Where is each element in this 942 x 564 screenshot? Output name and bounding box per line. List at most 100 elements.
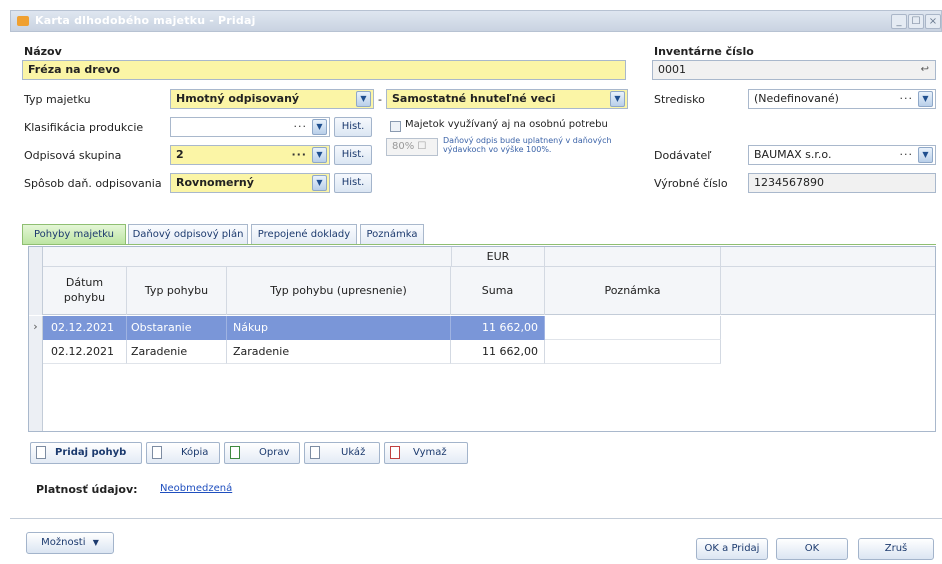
vyrobne-cislo-label: Výrobné číslo	[654, 177, 728, 190]
tab-pohyby-majetku[interactable]: Pohyby majetku	[22, 224, 126, 244]
sposob-odpisovania-hist-button[interactable]: Hist.	[334, 173, 372, 193]
nazov-input[interactable]: Fréza na drevo	[22, 60, 626, 80]
klasifikacia-select[interactable]: ··· ▼	[170, 117, 330, 137]
odpisova-skupina-label: Odpisová skupina	[24, 149, 122, 162]
klasifikacia-browse-icon[interactable]: ···	[294, 119, 308, 135]
vymaz-button[interactable]: Vymaž	[384, 442, 468, 464]
vyrobne-cislo-input[interactable]: 1234567890	[748, 173, 936, 193]
stredisko-browse-icon[interactable]: ···	[900, 91, 914, 107]
column-header-poznamka[interactable]: Poznámka	[545, 267, 721, 315]
sposob-odpisovania-label: Spôsob daň. odpisovania	[24, 177, 162, 190]
pridaj-pohyb-button[interactable]: Pridaj pohyb	[30, 442, 142, 464]
klasifikacia-dropdown-icon[interactable]: ▼	[312, 119, 327, 135]
grid-group-header-spacer	[545, 247, 721, 267]
klasifikacia-label: Klasifikácia produkcie	[24, 121, 144, 134]
majetok-osobna-potreba-label: Majetok využívaný aj na osobnú potrebu	[405, 119, 608, 130]
row-indicator[interactable]	[29, 340, 43, 364]
percent-input[interactable]: 80% ☐	[386, 138, 438, 156]
platnost-link[interactable]: Neobmedzená	[160, 483, 232, 494]
dodavatel-label: Dodávateľ	[654, 149, 712, 162]
tab-prepojene-doklady[interactable]: Prepojené doklady	[251, 224, 357, 244]
platnost-label: Platnosť údajov:	[36, 483, 138, 496]
odpisova-skupina-select[interactable]: 2 ··· ▼	[170, 145, 330, 165]
maximize-icon[interactable]: ☐	[908, 14, 924, 29]
minimize-icon[interactable]: _	[891, 14, 907, 29]
cell-upresnenie[interactable]: Nákup	[227, 316, 451, 340]
edit-icon	[230, 446, 240, 459]
majetok-osobna-potreba-checkbox[interactable]	[390, 121, 401, 132]
column-header-typ-pohybu[interactable]: Typ pohybu	[127, 267, 227, 315]
window-title: Karta dlhodobého majetku - Pridaj	[35, 14, 256, 27]
grid-indicator-header	[29, 247, 43, 315]
kopia-button[interactable]: Kópia	[146, 442, 220, 464]
kopia-label: Kópia	[181, 447, 209, 458]
close-icon[interactable]: ×	[925, 14, 941, 29]
window-title-bar: Karta dlhodobého majetku - Pridaj _ ☐ ×	[10, 10, 942, 32]
oprav-label: Oprav	[259, 447, 290, 458]
cell-poznamka[interactable]	[545, 316, 721, 340]
typ-separator: -	[378, 93, 382, 106]
ok-button[interactable]: OK	[776, 538, 848, 560]
stredisko-label: Stredisko	[654, 93, 705, 106]
cell-poznamka[interactable]	[545, 340, 721, 364]
typ-majetku-label: Typ majetku	[24, 93, 91, 106]
app-icon	[17, 16, 29, 26]
ok-a-pridaj-button[interactable]: OK a Pridaj	[696, 538, 768, 560]
tab-strip-line	[22, 244, 936, 245]
dodavatel-dropdown-icon[interactable]: ▼	[918, 147, 933, 163]
moznosti-dropdown-icon: ▼	[92, 538, 99, 547]
cell-suma[interactable]: 11 662,00	[451, 316, 545, 340]
oprav-button[interactable]: Oprav	[224, 442, 300, 464]
new-document-icon	[36, 446, 46, 459]
moznosti-button[interactable]: Možnosti ▼	[26, 532, 114, 554]
refresh-icon[interactable]: ↩	[921, 61, 929, 79]
moznosti-label: Možnosti	[41, 537, 86, 548]
cell-typ[interactable]: Zaradenie	[127, 340, 227, 364]
sposob-odpisovania-select[interactable]: Rovnomerný ▼	[170, 173, 330, 193]
pohyby-grid[interactable]: EUR Dátum pohybu Typ pohybu Typ pohybu (…	[28, 246, 936, 432]
odpisova-skupina-value: 2	[176, 148, 184, 161]
stredisko-dropdown-icon[interactable]: ▼	[918, 91, 933, 107]
inventarne-cislo-label: Inventárne číslo	[654, 45, 754, 58]
tab-poznamka[interactable]: Poznámka	[360, 224, 424, 244]
sposob-odpisovania-value: Rovnomerný	[176, 176, 254, 189]
odpisova-skupina-hist-button[interactable]: Hist.	[334, 145, 372, 165]
typ-majetku-select[interactable]: Hmotný odpisovaný ▼	[170, 89, 374, 109]
klasifikacia-hist-button[interactable]: Hist.	[334, 117, 372, 137]
dodavatel-browse-icon[interactable]: ···	[900, 147, 914, 163]
grid-indicator-empty	[29, 364, 43, 431]
column-header-suma[interactable]: Suma	[451, 267, 545, 315]
inventarne-cislo-input[interactable]: 0001 ↩	[652, 60, 936, 80]
zrus-button[interactable]: Zruš	[858, 538, 934, 560]
cell-upresnenie[interactable]: Zaradenie	[227, 340, 451, 364]
odpisova-skupina-browse-icon[interactable]: ···	[291, 147, 307, 163]
grid-group-header-eur: EUR	[451, 247, 545, 267]
typ-majetku-sub-value: Samostatné hnuteľné veci	[392, 92, 556, 105]
odpisova-skupina-dropdown-icon[interactable]: ▼	[312, 147, 327, 163]
percent-note: Daňový odpis bude uplatnený v daňových v…	[443, 136, 612, 154]
column-header-typ-upresnenie[interactable]: Typ pohybu (upresnenie)	[227, 267, 451, 315]
copy-icon	[152, 446, 162, 459]
cell-suma[interactable]: 11 662,00	[451, 340, 545, 364]
view-icon	[310, 446, 320, 459]
ukaz-button[interactable]: Ukáž	[304, 442, 380, 464]
dodavatel-select[interactable]: BAUMAX s.r.o. ··· ▼	[748, 145, 936, 165]
ukaz-label: Ukáž	[341, 447, 366, 458]
tab-danovy-odpisovy-plan[interactable]: Daňový odpisový plán	[128, 224, 248, 244]
row-indicator-icon[interactable]: ›	[29, 316, 43, 340]
cell-datum[interactable]: 02.12.2021	[43, 316, 127, 340]
dodavatel-value: BAUMAX s.r.o.	[754, 148, 832, 161]
stredisko-value: (Nedefinované)	[754, 92, 839, 105]
typ-majetku-dropdown-icon[interactable]: ▼	[356, 91, 371, 107]
inventarne-cislo-value: 0001	[658, 63, 686, 76]
column-header-datum[interactable]: Dátum pohybu	[43, 267, 127, 315]
footer-divider	[10, 518, 942, 519]
cell-typ[interactable]: Obstaranie	[127, 316, 227, 340]
typ-majetku-sub-dropdown-icon[interactable]: ▼	[610, 91, 625, 107]
typ-majetku-sub-select[interactable]: Samostatné hnuteľné veci ▼	[386, 89, 628, 109]
pridaj-pohyb-label: Pridaj pohyb	[55, 447, 127, 458]
delete-icon	[390, 446, 400, 459]
stredisko-select[interactable]: (Nedefinované) ··· ▼	[748, 89, 936, 109]
sposob-odpisovania-dropdown-icon[interactable]: ▼	[312, 175, 327, 191]
cell-datum[interactable]: 02.12.2021	[43, 340, 127, 364]
